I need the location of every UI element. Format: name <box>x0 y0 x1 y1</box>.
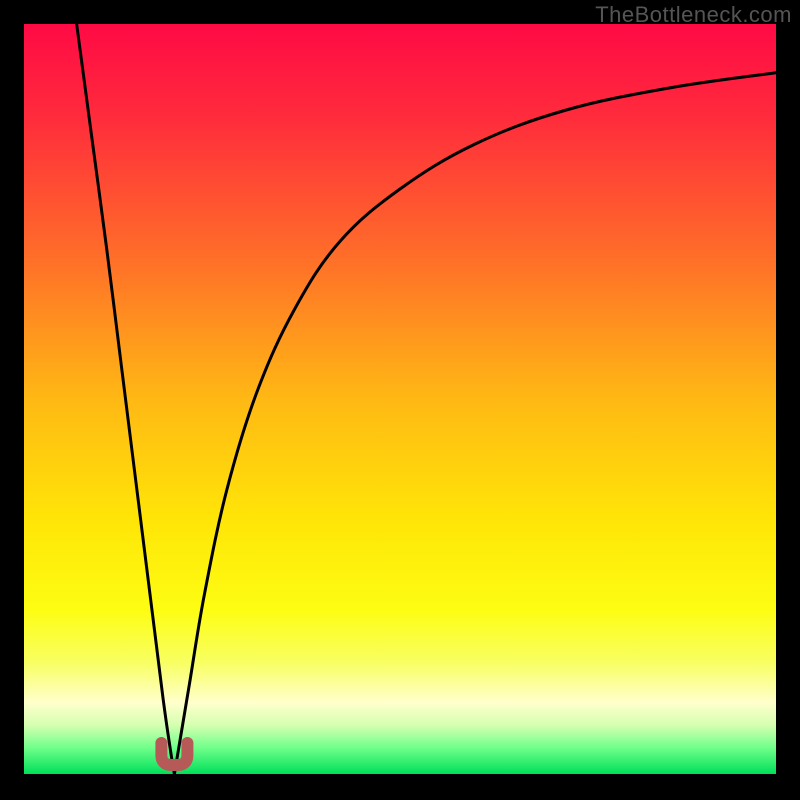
chart-frame: TheBottleneck.com <box>0 0 800 800</box>
chart-svg <box>24 24 776 774</box>
gradient-background <box>24 24 776 774</box>
plot-area <box>24 24 776 774</box>
